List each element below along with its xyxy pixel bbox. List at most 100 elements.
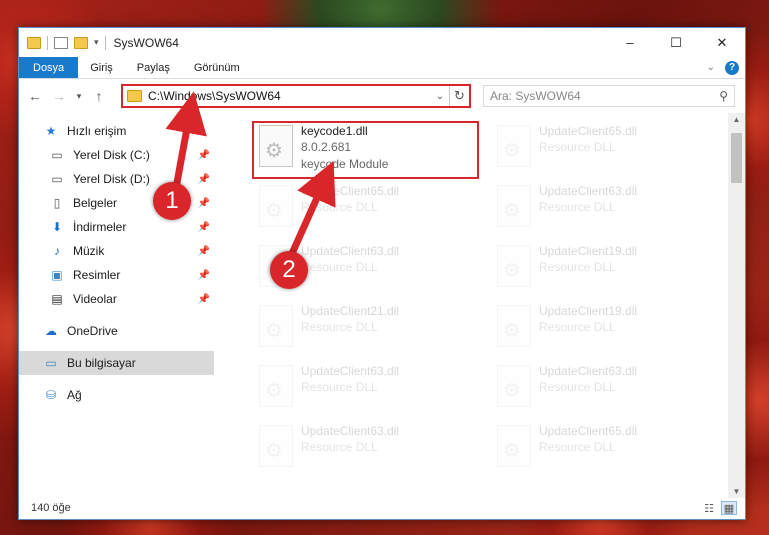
computer-icon: ▭ (45, 356, 57, 370)
file-description: Resource DLL (539, 140, 616, 154)
list-item[interactable]: UpdateClient21.dll Resource DLL (259, 303, 479, 353)
scroll-down-icon[interactable]: ▼ (728, 487, 745, 496)
search-input[interactable]: Ara: SysWOW64 ⚲ (483, 85, 735, 107)
file-description: Resource DLL (539, 260, 616, 274)
sidebar-item-label: OneDrive (67, 324, 118, 338)
close-button[interactable]: ✕ (699, 28, 745, 57)
list-item[interactable]: UpdateClient65.dll Resource DLL (497, 423, 717, 473)
tab-file[interactable]: Dosya (19, 57, 79, 78)
file-description: Resource DLL (301, 260, 378, 274)
file-description: Resource DLL (539, 320, 616, 334)
sidebar-item-this-pc[interactable]: ▭ Bu bilgisayar (19, 351, 214, 375)
file-description: Resource DLL (301, 440, 378, 454)
step-badge-1: 1 (153, 182, 191, 220)
navigation-bar: ← → ▾ ↑ C:\Windows\SysWOW64 ⌄ ↻ Ara: Sys… (19, 79, 745, 113)
address-bar[interactable]: C:\Windows\SysWOW64 ⌄ ↻ (121, 84, 471, 108)
help-icon[interactable]: ? (725, 60, 739, 75)
minimize-button[interactable]: – (607, 28, 653, 57)
customize-toolbar-icon[interactable]: ▾ (94, 37, 99, 49)
list-item[interactable]: UpdateClient63.dll Resource DLL (497, 363, 717, 413)
file-name: UpdateClient65.dll (539, 124, 638, 138)
folder-icon (127, 90, 142, 102)
details-view-icon[interactable]: ☷ (701, 501, 717, 515)
download-icon: ⬇ (51, 220, 63, 234)
sidebar-item-onedrive[interactable]: ☁ OneDrive (19, 319, 214, 343)
sidebar-item-label: Ağ (67, 388, 82, 402)
list-item[interactable]: UpdateClient63.dll Resource DLL (497, 183, 717, 233)
sidebar-item-quick-access[interactable]: ★ Hızlı erişim (19, 119, 214, 143)
tab-home[interactable]: Giriş (78, 57, 125, 78)
file-name: UpdateClient63.dll (301, 424, 400, 438)
chevron-down-icon[interactable]: ⌄ (431, 91, 449, 102)
properties-icon[interactable] (54, 36, 68, 49)
divider (47, 35, 48, 50)
tiles-view-icon[interactable]: ▦ (721, 501, 737, 515)
list-item[interactable]: UpdateClient19.dll Resource DLL (497, 303, 717, 353)
sidebar-item-label: Videolar (73, 292, 117, 306)
pin-icon[interactable]: 📌 (198, 246, 210, 257)
file-description: Resource DLL (301, 320, 378, 334)
scroll-up-icon[interactable]: ▲ (728, 115, 745, 124)
sidebar-item-local-disk-c[interactable]: ▭ Yerel Disk (C:) 📌 (19, 143, 214, 167)
status-bar: 140 öğe ☷ ▦ (19, 497, 745, 519)
dll-file-icon (259, 365, 293, 407)
list-item[interactable]: UpdateClient65.dll Resource DLL (259, 183, 479, 233)
expand-ribbon-icon[interactable]: ⌄ (707, 62, 715, 73)
sidebar-item-label: Belgeler (73, 196, 118, 210)
pin-icon[interactable]: 📌 (198, 294, 210, 305)
pin-icon[interactable]: 📌 (198, 174, 210, 185)
address-path[interactable]: C:\Windows\SysWOW64 (148, 89, 281, 103)
sidebar-item-label: Yerel Disk (C:) (73, 148, 150, 162)
file-description: Resource DLL (301, 380, 378, 394)
divider (104, 35, 106, 50)
list-item[interactable]: UpdateClient65.dll Resource DLL (497, 123, 717, 173)
back-arrow-icon[interactable]: ← (25, 88, 45, 104)
file-explorer-window: ▾ SysWOW64 – ☐ ✕ Dosya Giriş Paylaş Görü… (18, 27, 746, 520)
new-folder-icon[interactable] (74, 36, 88, 49)
forward-arrow-icon[interactable]: → (49, 88, 69, 104)
navigation-pane: ★ Hızlı erişim ▭ Yerel Disk (C:) 📌 ▭ Yer… (19, 113, 214, 498)
dll-file-icon (259, 185, 293, 227)
list-item[interactable]: UpdateClient19.dll Resource DLL (497, 243, 717, 293)
file-name: UpdateClient21.dll (301, 304, 400, 318)
star-icon: ★ (45, 124, 57, 138)
search-placeholder: Ara: SysWOW64 (490, 89, 581, 103)
list-item[interactable]: UpdateClient63.dll Resource DLL (259, 423, 479, 473)
recent-locations-icon[interactable]: ▾ (73, 91, 85, 102)
documents-icon: ▯ (53, 196, 61, 210)
file-description: Resource DLL (301, 200, 378, 214)
pin-icon[interactable]: 📌 (198, 270, 210, 281)
file-name: UpdateClient63.dll (301, 244, 400, 258)
up-arrow-icon[interactable]: ↑ (89, 88, 109, 104)
sidebar-item-downloads[interactable]: ⬇ İndirmeler 📌 (19, 215, 214, 239)
file-list: keycode1.dll 8.0.2.681 keycode Module Up… (214, 113, 745, 498)
vertical-scrollbar[interactable]: ▲ ▼ (728, 113, 745, 498)
item-count: 140 öğe (31, 502, 71, 514)
scrollbar-thumb[interactable] (731, 133, 742, 183)
tab-share[interactable]: Paylaş (125, 57, 182, 78)
refresh-icon[interactable]: ↻ (449, 86, 469, 106)
pin-icon[interactable]: 📌 (198, 222, 210, 233)
sidebar-item-network[interactable]: ⛁ Ağ (19, 383, 214, 407)
sidebar-item-music[interactable]: ♪ Müzik 📌 (19, 239, 214, 263)
file-name: UpdateClient63.dll (539, 184, 638, 198)
sidebar-item-videos[interactable]: ▤ Videolar 📌 (19, 287, 214, 311)
sidebar-item-label: Resimler (73, 268, 121, 282)
tab-view[interactable]: Görünüm (182, 57, 252, 78)
list-item[interactable]: UpdateClient63.dll Resource DLL (259, 363, 479, 413)
search-icon[interactable]: ⚲ (719, 89, 728, 103)
sidebar-item-label: İndirmeler (73, 220, 127, 234)
music-icon: ♪ (54, 244, 60, 258)
maximize-button[interactable]: ☐ (653, 28, 699, 57)
pictures-icon: ▣ (51, 268, 63, 282)
file-name: UpdateClient63.dll (301, 364, 400, 378)
pin-icon[interactable]: 📌 (198, 150, 210, 161)
dll-file-icon (259, 425, 293, 467)
pin-icon[interactable]: 📌 (198, 198, 210, 209)
sidebar-item-pictures[interactable]: ▣ Resimler 📌 (19, 263, 214, 287)
sidebar-item-label: Bu bilgisayar (67, 356, 136, 370)
dll-file-icon (497, 425, 531, 467)
file-description: Resource DLL (539, 440, 616, 454)
file-name: UpdateClient63.dll (539, 364, 638, 378)
dll-file-icon (497, 185, 531, 227)
